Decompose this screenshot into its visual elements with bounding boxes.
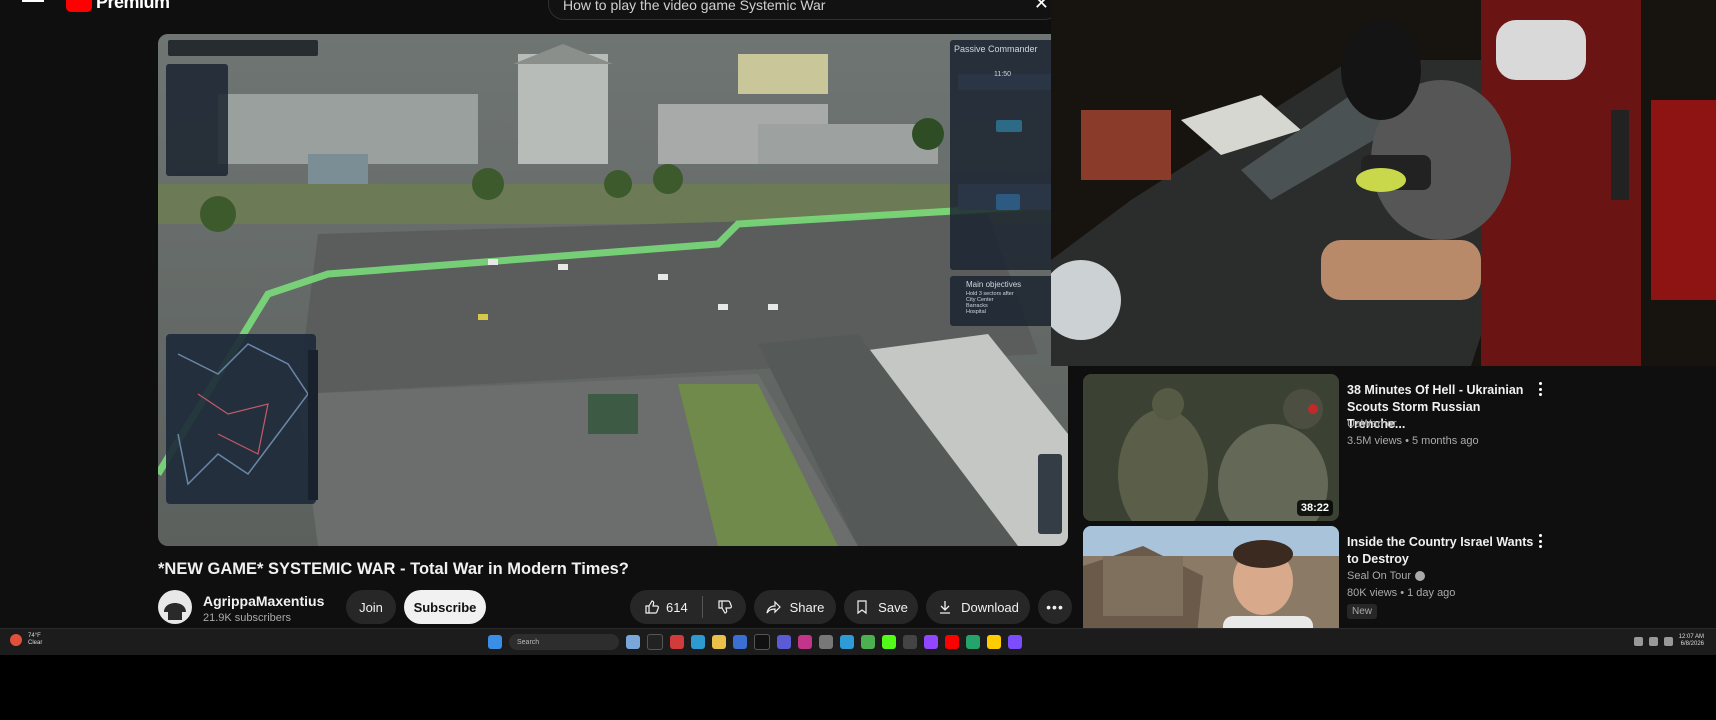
clock[interactable]: 12:07 AM 6/8/2026 xyxy=(1679,634,1704,648)
weather-condition: Clear xyxy=(28,640,43,646)
channel-avatar[interactable] xyxy=(158,590,192,624)
clock-time: 12:07 AM xyxy=(1678,634,1704,640)
share-button[interactable]: Share xyxy=(754,590,836,624)
weather-widget[interactable]: 74°F Clear xyxy=(10,633,42,647)
subscribe-button[interactable]: Subscribe xyxy=(404,590,486,624)
settings-icon[interactable] xyxy=(1008,635,1022,649)
taskbar-search-label: Search xyxy=(517,638,540,646)
thumbnail-image xyxy=(1083,526,1339,628)
more-vertical-icon[interactable] xyxy=(1539,534,1543,551)
hud-objectives-title: Main objectives xyxy=(966,280,1022,289)
hud-panel-title: Passive Commander xyxy=(954,44,1038,54)
twitch-icon[interactable] xyxy=(924,635,938,649)
app-icon[interactable] xyxy=(987,635,1001,649)
youtube-logo[interactable]: Premium xyxy=(66,0,170,13)
more-vertical-icon[interactable] xyxy=(1539,382,1543,399)
app-icon[interactable] xyxy=(903,635,917,649)
bookmark-icon xyxy=(857,600,867,615)
task-view-icon[interactable] xyxy=(626,635,640,649)
game-scene xyxy=(158,34,1068,546)
video-duration: 38:22 xyxy=(1296,500,1333,516)
taskbar-search[interactable]: Search xyxy=(509,634,619,650)
recommended-video[interactable]: Inside the Country Israel Wants to Destr… xyxy=(1083,526,1663,628)
taskbar: 74°F Clear Search 12:07 AM 6/8/2026 xyxy=(0,628,1716,655)
share-label: Share xyxy=(789,599,825,615)
hud-objectives-list: Hold 3 sectors after City Center Barrack… xyxy=(966,291,1014,315)
video-title: *NEW GAME* SYSTEMIC WAR - Total War in M… xyxy=(158,560,629,578)
download-label: Download xyxy=(961,599,1019,615)
taskbar-apps: Search xyxy=(488,634,1022,650)
join-button[interactable]: Join xyxy=(346,590,396,624)
edge-icon[interactable] xyxy=(840,635,854,649)
save-label: Save xyxy=(878,599,908,615)
search-query-text: How to play the video game Systemic War xyxy=(563,0,826,13)
recommended-channel[interactable]: UaWarrior xyxy=(1347,418,1397,430)
weather-icon xyxy=(10,634,22,646)
verified-icon xyxy=(1415,571,1426,582)
x-icon[interactable] xyxy=(754,634,770,650)
hud-objective: Hospital xyxy=(966,309,986,315)
system-tray: 12:07 AM 6/8/2026 xyxy=(1633,634,1704,648)
download-icon xyxy=(940,601,951,614)
more-actions-button[interactable]: ••• xyxy=(1038,590,1072,624)
share-icon xyxy=(766,600,781,614)
like-divider xyxy=(701,596,703,618)
clear-search-icon[interactable]: ✕ xyxy=(1034,0,1049,14)
hud-timer: 11:50 xyxy=(994,71,1011,78)
new-badge: New xyxy=(1347,604,1378,619)
chevron-up-icon[interactable] xyxy=(1633,636,1643,646)
thumbnail-image xyxy=(1083,374,1339,521)
youtube-window: Premium How to play the video game Syste… xyxy=(0,0,1716,628)
thumbs-down-icon xyxy=(718,600,732,614)
recommended-channel[interactable]: Seal On Tour xyxy=(1347,570,1426,582)
save-button[interactable]: Save xyxy=(844,590,918,624)
search-input[interactable]: How to play the video game Systemic War … xyxy=(548,0,1060,20)
start-icon[interactable] xyxy=(488,635,502,649)
helmet-icon xyxy=(164,603,186,620)
chrome-icon[interactable] xyxy=(861,635,875,649)
webcam-overlay xyxy=(1051,0,1716,366)
recommended-meta: 3.5M views • 5 months ago xyxy=(1347,435,1479,447)
channel-name[interactable]: AgrippaMaxentius xyxy=(203,593,324,609)
app-icon[interactable] xyxy=(819,635,833,649)
video-thumbnail[interactable] xyxy=(1083,526,1339,628)
folder-icon[interactable] xyxy=(712,635,726,649)
app-icon[interactable] xyxy=(733,635,747,649)
recommended-meta: 80K views • 1 day ago xyxy=(1347,587,1456,599)
youtube-play-icon xyxy=(66,0,92,12)
menu-icon[interactable] xyxy=(22,0,44,8)
volume-icon[interactable] xyxy=(1663,636,1673,646)
recommended-title[interactable]: Inside the Country Israel Wants to Destr… xyxy=(1347,534,1537,568)
weather-temp: 74°F xyxy=(28,633,41,639)
like-count: 614 xyxy=(666,599,688,615)
video-thumbnail[interactable]: 38:22 xyxy=(1083,374,1339,521)
logo-text: Premium xyxy=(96,0,170,12)
download-button[interactable]: Download xyxy=(926,590,1030,624)
more-horizontal-icon: ••• xyxy=(1046,599,1064,615)
thumbs-up-icon xyxy=(645,600,659,614)
tiktok-icon[interactable] xyxy=(647,634,663,650)
app-icon[interactable] xyxy=(966,635,980,649)
video-player[interactable]: Passive Commander 11:50 Main objectives … xyxy=(158,34,1068,546)
weather-text: 74°F Clear xyxy=(28,633,42,647)
subscriber-count: 21.9K subscribers xyxy=(203,612,292,624)
app-icon[interactable] xyxy=(670,635,684,649)
clock-date: 6/8/2026 xyxy=(1680,641,1704,647)
dislike-button[interactable] xyxy=(717,599,733,615)
like-dislike-group: 614 xyxy=(630,590,746,624)
youtube-icon[interactable] xyxy=(945,635,959,649)
instagram-icon[interactable] xyxy=(798,635,812,649)
app-icon[interactable] xyxy=(691,635,705,649)
recommended-video[interactable]: 38:22 38 Minutes Of Hell - Ukrainian Sco… xyxy=(1083,374,1663,521)
recommended-channel-name: Seal On Tour xyxy=(1347,570,1412,582)
kick-icon[interactable] xyxy=(882,635,896,649)
app-icon[interactable] xyxy=(777,635,791,649)
network-icon[interactable] xyxy=(1648,636,1658,646)
like-button[interactable]: 614 xyxy=(644,599,688,615)
webcam-scene xyxy=(1051,0,1716,366)
